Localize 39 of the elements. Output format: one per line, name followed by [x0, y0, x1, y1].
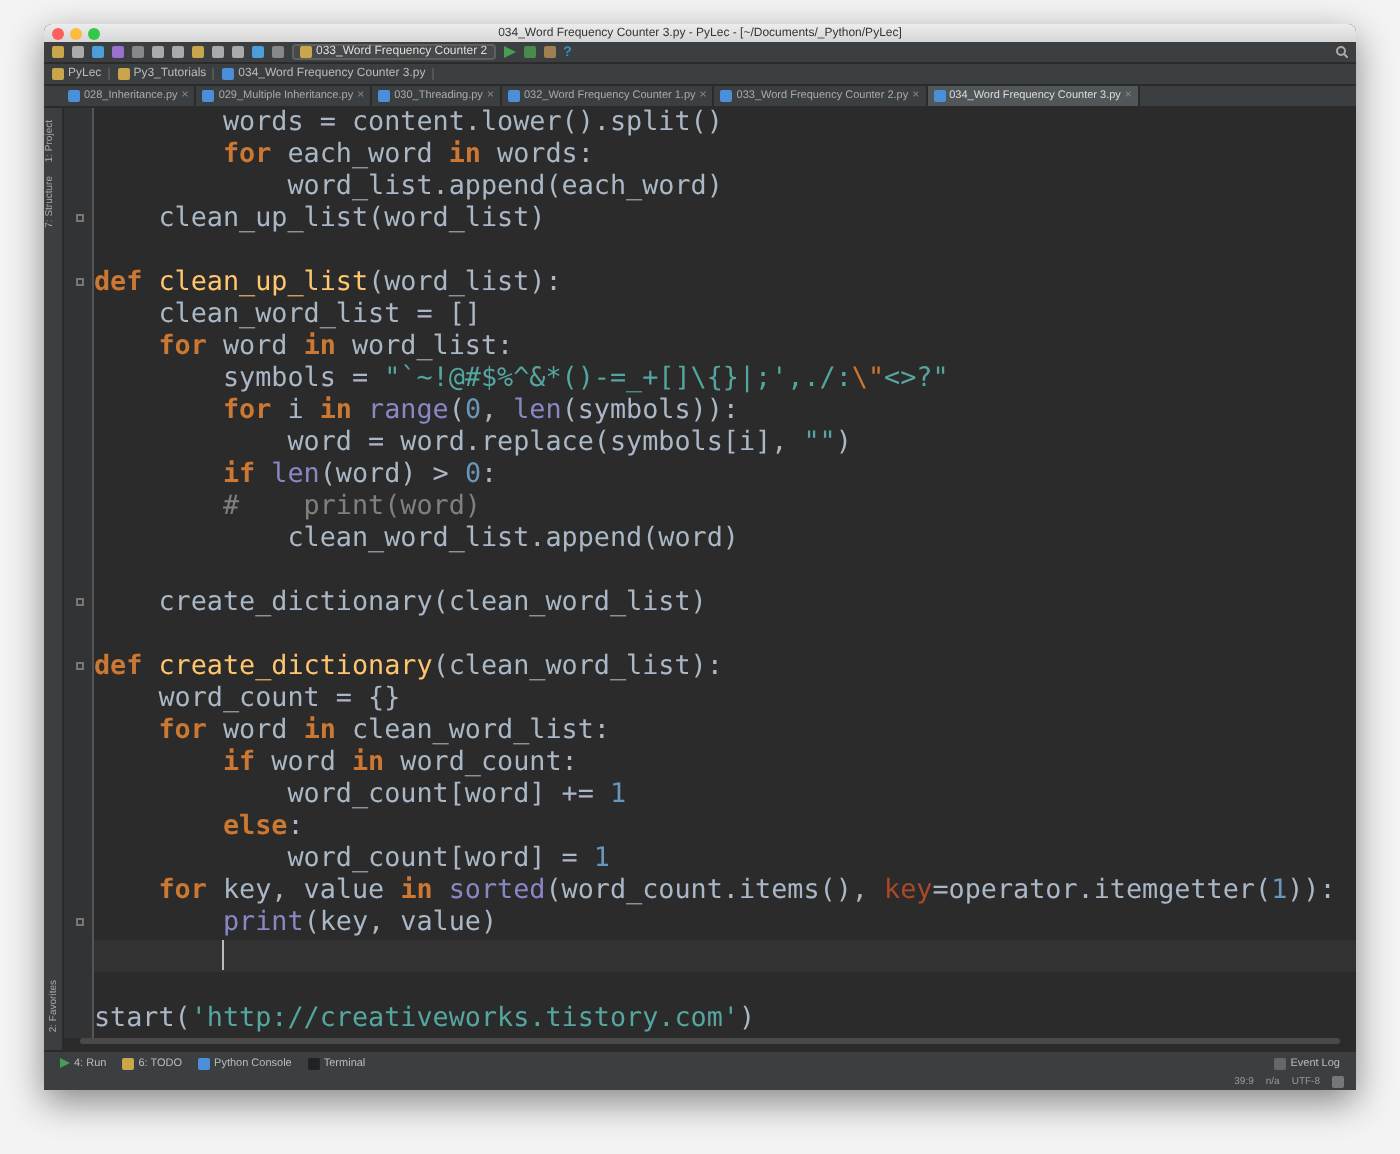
run-icon [60, 1058, 70, 1068]
code-line: clean_up_list(word_list) [156, 204, 546, 234]
code-line: # print(word) [220, 492, 481, 522]
code-line: for i in range(0, len(symbols)): [220, 396, 739, 426]
code-line: clean_word_list = [] [156, 300, 481, 330]
code-line: word_count[word] = 1 [285, 844, 610, 874]
code-line: word = word.replace(symbols[i], "") [285, 428, 852, 458]
code-line: for each_word in words: [220, 140, 594, 170]
debug-icon[interactable] [523, 46, 536, 58]
code-line: word_list.append(each_word) [285, 172, 723, 202]
code-line: for key, value in sorted(word_count.items(), key=operator.itemgetter(1)): [156, 876, 1336, 906]
code-line: words = content.lower().split() [220, 108, 723, 138]
code-line: print(key, value) [220, 908, 498, 938]
code-line: def clean_up_list(word_list): [94, 268, 562, 298]
minimize-icon[interactable] [70, 27, 82, 39]
fold-marker-icon[interactable] [76, 918, 84, 926]
lock-icon[interactable] [1332, 1076, 1344, 1088]
code-line: start('http://creativeworks.tistory.com') [94, 1004, 756, 1034]
fold-marker-icon[interactable] [76, 278, 84, 286]
close-icon[interactable] [52, 27, 64, 39]
text-cursor [222, 940, 225, 970]
code-line: else: [220, 812, 304, 842]
code-line: clean_word_list.append(word) [285, 524, 739, 554]
run-icon[interactable] [503, 46, 516, 58]
code-line: for word in clean_word_list: [156, 716, 610, 746]
toolbar-icon[interactable] [543, 46, 556, 58]
code-line: if len(word) > 0: [220, 460, 498, 490]
zoom-icon[interactable] [88, 27, 100, 39]
code-line: symbols = "`~!@#$%^&*()-=_+[]\{}|;',./:\"<>?" [220, 364, 949, 394]
fold-marker-icon[interactable] [76, 598, 84, 606]
code-line: if word in word_count: [220, 748, 578, 778]
code-line: word_count[word] += 1 [287, 780, 627, 810]
code-line: for word in word_list: [156, 332, 514, 362]
search-icon[interactable] [1336, 46, 1348, 58]
fold-marker-icon[interactable] [76, 662, 84, 670]
code-line: create_dictionary(clean_word_list) [156, 588, 707, 618]
code-line: word_count = {} [156, 684, 401, 714]
code-line: def create_dictionary(clean_word_list): [94, 652, 723, 682]
fold-marker-icon[interactable] [76, 214, 84, 222]
